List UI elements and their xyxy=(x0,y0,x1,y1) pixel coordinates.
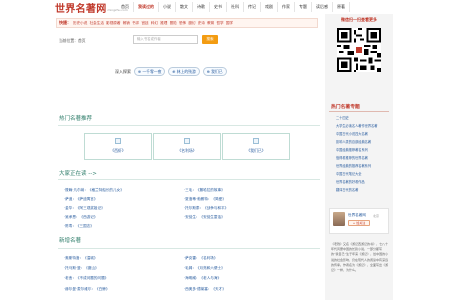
explore-tag[interactable]: ⊕ 我们已 xyxy=(202,67,227,76)
new-book-link[interactable]: ·西奥多·德莱塞：《天才》 xyxy=(184,287,226,292)
section-divider xyxy=(58,179,320,180)
hot-topic-link[interactable]: 二十四史 xyxy=(336,115,349,120)
sidebar-divider xyxy=(329,111,389,112)
popular-book-link[interactable]: ·金华：《阿三观奖姐记》 xyxy=(64,206,105,211)
quick-link[interactable]: 宫廷 xyxy=(141,21,148,26)
quick-link[interactable]: 史诗 xyxy=(198,21,205,26)
new-book-link[interactable]: ·托马斯·曼：《魔山》 xyxy=(64,266,99,271)
qr-code-icon xyxy=(337,28,381,72)
popular-book-link[interactable]: ·三毛：《撒哈拉的故事》 xyxy=(184,188,225,193)
quick-link[interactable]: 科幻 xyxy=(151,21,158,26)
weibo-follow-card: 世界名著网 北京 + 加关注 xyxy=(329,208,389,234)
explore-tag[interactable]: ⊕ 林上的残游 xyxy=(168,67,200,76)
recommend-card[interactable]: 《名利场》 xyxy=(153,133,221,160)
section-title-new: 新增名著 xyxy=(59,238,82,244)
new-book-link[interactable]: ·老舍：《不成问题的问题》 xyxy=(64,276,108,281)
section-divider xyxy=(58,248,320,249)
quick-link[interactable]: 冒险 xyxy=(170,21,177,26)
hot-topic-link[interactable]: 翻译古代的名著 xyxy=(336,187,358,192)
section-divider xyxy=(58,125,320,126)
hot-topic-link[interactable]: 中国古代笔记大全 xyxy=(336,171,362,176)
nav-item-prose[interactable]: 散文 xyxy=(176,2,193,12)
quick-links-bar: 快捷： 历史小说 社会生活 影视原著 畅销 书评 宫廷 科幻 推理 冒险 恐怖 … xyxy=(56,18,318,28)
quick-link[interactable]: 魔幻 xyxy=(188,21,195,26)
popular-book-link[interactable]: ·夏洛蒂·勃朗特：《简爱》 xyxy=(184,197,226,202)
deep-explore: 深入探索 ⊕ 一千零一夜 ⊕ 林上的残游 ⊕ 我们已 xyxy=(115,67,230,76)
broken-image-icon xyxy=(253,138,259,144)
nav-item-topics[interactable]: 专题 xyxy=(295,2,312,12)
new-book-link[interactable]: ·毛姆：《月亮和六便士》 xyxy=(184,266,225,271)
hot-topic-link[interactable]: 中国古代小说四大名著 xyxy=(336,131,368,136)
popular-book-link[interactable]: ·筱翰·凡尔纳：《格兰特船长的儿女》 xyxy=(64,188,124,193)
popular-book-link[interactable]: ·萨迪：《萨迪寓言》 xyxy=(64,197,98,202)
quick-link[interactable]: 推理 xyxy=(160,21,167,26)
recommend-title[interactable]: 《名利场》 xyxy=(154,148,220,154)
recommend-title[interactable]: 《我们已》 xyxy=(223,148,289,154)
nav-item-novels[interactable]: 小说 xyxy=(159,2,176,12)
popular-book-link[interactable]: ·陈寿：《三国志》 xyxy=(64,224,94,229)
nav-item-my-reads[interactable]: 我读过的 xyxy=(134,2,159,12)
follow-account-name[interactable]: 世界名著网 xyxy=(348,213,366,218)
follow-location: 北京 xyxy=(373,213,380,218)
hot-topic-link[interactable]: 世界经典的推荐名著系列 xyxy=(336,163,371,168)
sidebar-article-text: 《老残》又名《游记西游记的书》，七八十年代风靡中国的长篇小说，一部分都写的“我自… xyxy=(331,242,389,273)
hot-topic-link[interactable]: 中国经典推荐著名系列 xyxy=(336,147,368,152)
explore-tag[interactable]: ⊕ 一千零一夜 xyxy=(134,67,166,76)
site-header: 世界名著网 mingzhu.com 首页 我读过的 小说 散文 诗歌 史书 社科… xyxy=(0,0,456,15)
section-title-hot: 热门名著推荐 xyxy=(59,116,93,122)
breadcrumb: 当前位置：首页 xyxy=(59,38,86,43)
quick-link[interactable]: 恐怖 xyxy=(179,21,186,26)
hot-topic-link[interactable]: 影响人类的百部经典名著 xyxy=(336,139,371,144)
nav-item-poetry[interactable]: 诗歌 xyxy=(193,2,210,12)
avatar[interactable] xyxy=(333,212,345,226)
nav-item-history[interactable]: 史书 xyxy=(210,2,227,12)
nav-item-authors[interactable]: 作家 xyxy=(278,2,295,12)
recommend-card[interactable]: 《我们已》 xyxy=(222,133,290,160)
quick-link[interactable]: 哲学 xyxy=(216,21,223,26)
quick-link[interactable]: 畅销 xyxy=(123,21,130,26)
quick-link[interactable]: 国学 xyxy=(226,21,233,26)
quick-link[interactable]: 社会生活 xyxy=(90,21,104,26)
hot-topic-link[interactable]: 世界名著的好看作品 xyxy=(336,179,365,184)
nav-item-biography[interactable]: 传记 xyxy=(244,2,261,12)
search-button[interactable]: 搜索 xyxy=(202,35,218,44)
new-book-link[interactable]: ·海明威：《老人与海》 xyxy=(184,276,221,281)
recommend-card[interactable]: 《西虾》 xyxy=(84,133,152,160)
recommend-title[interactable]: 《西虾》 xyxy=(85,148,151,154)
broken-image-icon xyxy=(115,138,121,144)
hot-topic-link[interactable]: 大学生必读名人著作世界名著 xyxy=(336,123,377,128)
nav-item-social-science[interactable]: 社科 xyxy=(227,2,244,12)
quick-link[interactable]: 历史小说 xyxy=(73,21,87,26)
deep-explore-label: 深入探索 xyxy=(115,68,131,74)
quick-link[interactable]: 教育 xyxy=(207,21,214,26)
new-book-link[interactable]: ·赫尔曼·麦尔维尔：《白鲸》 xyxy=(64,287,109,292)
section-title-popular: 大家正在读 --> xyxy=(59,171,97,177)
popular-book-link[interactable]: ·托尔斯泰：《战争与和平》 xyxy=(184,206,228,211)
quick-links-title: 快捷： xyxy=(59,20,71,25)
quick-link[interactable]: 影视原著 xyxy=(106,21,120,26)
popular-book-link[interactable]: ·吴承恩：《西游记》 xyxy=(64,215,98,220)
nav-item-reviews[interactable]: 读后感 xyxy=(312,2,333,12)
logo-text: 世界名著网 xyxy=(55,3,107,15)
hot-topic-link[interactable]: 值得看推荐的世界名著 xyxy=(336,155,368,160)
popular-book-link[interactable]: ·安徒生：《安徒生童话》 xyxy=(184,215,225,220)
wechat-title: 微信扫一扫查看更多 xyxy=(341,17,377,22)
broken-image-icon xyxy=(184,138,190,144)
new-book-link[interactable]: ·萨克雷：《名利场》 xyxy=(184,256,218,261)
nav-item-originals[interactable]: 原著 xyxy=(333,2,350,12)
nav-item-home[interactable]: 首页 xyxy=(117,2,134,12)
sidebar-hot-title: 热门名著专题 xyxy=(331,105,360,110)
main-nav: 首页 我读过的 小说 散文 诗歌 史书 社科 传记 戏剧 作家 专题 读后感 原… xyxy=(117,2,350,12)
quick-link[interactable]: 书评 xyxy=(132,21,139,26)
follow-button[interactable]: + 加关注 xyxy=(348,220,370,226)
nav-item-drama[interactable]: 戏剧 xyxy=(261,2,278,12)
new-book-link[interactable]: ·奥斯特洛：《温城》 xyxy=(64,256,98,261)
search-input[interactable]: 输入书名或作者 xyxy=(133,35,198,44)
